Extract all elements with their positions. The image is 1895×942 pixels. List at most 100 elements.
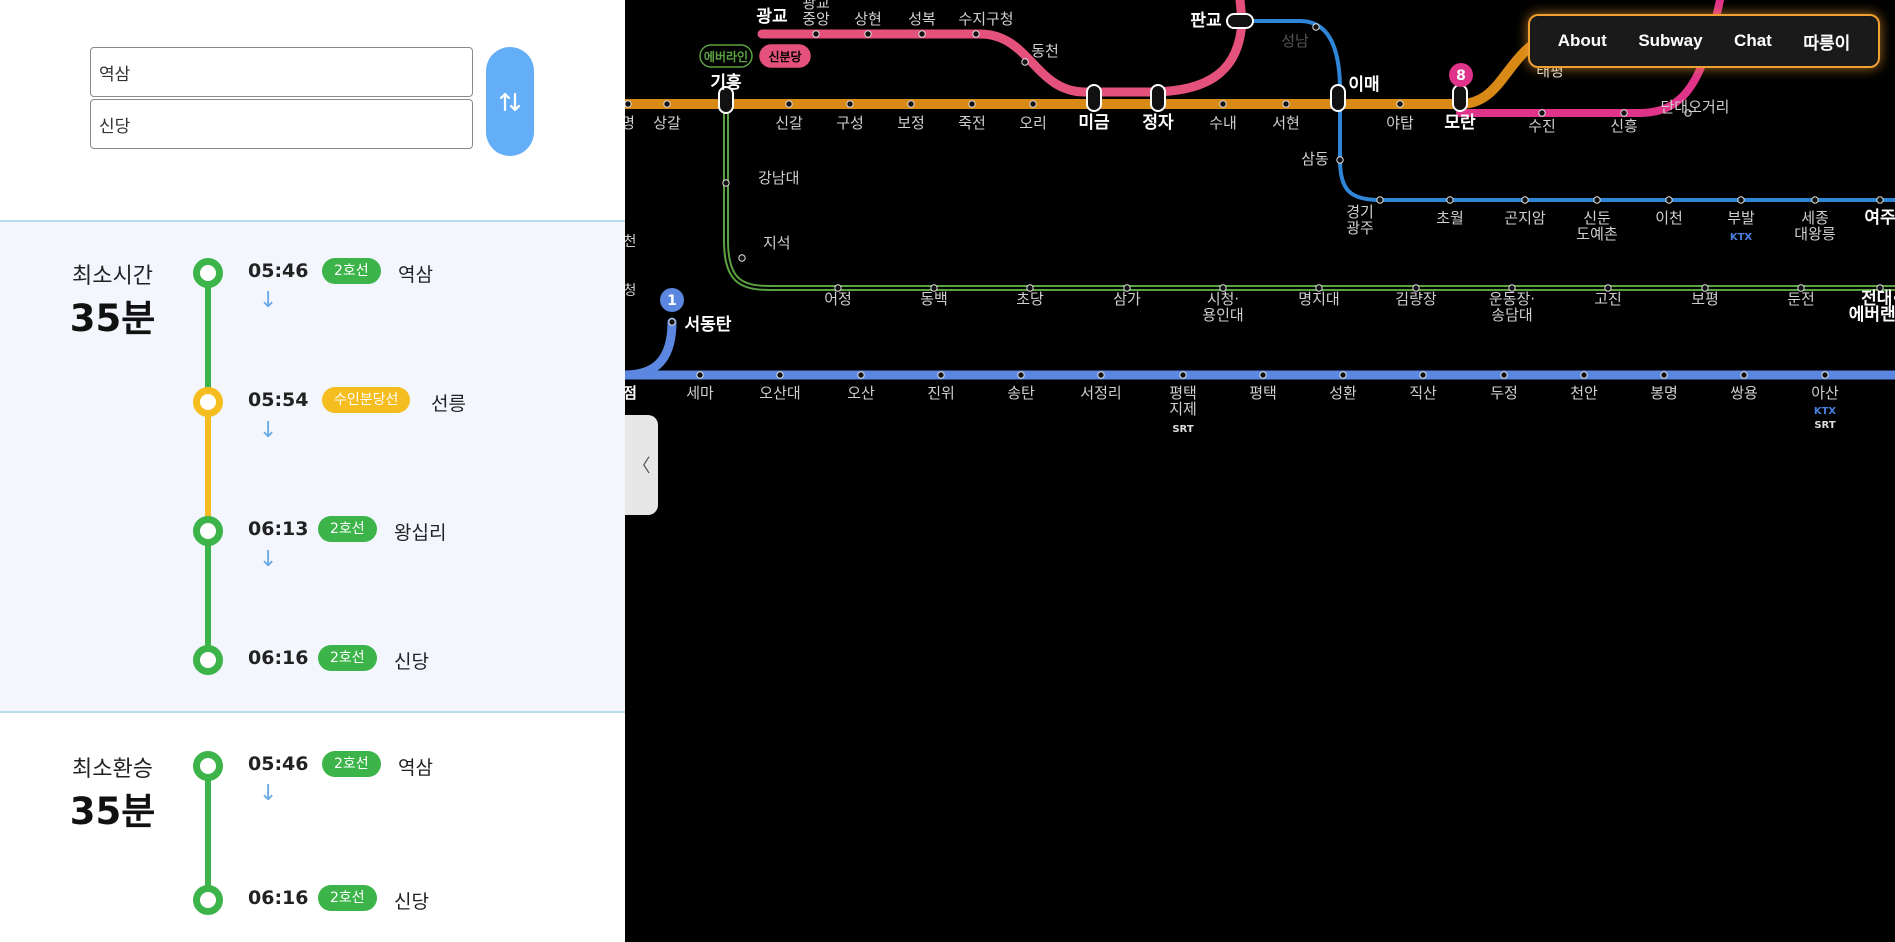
station-dot[interactable]: [1446, 196, 1454, 204]
station-dot[interactable]: [1097, 371, 1105, 379]
station-label[interactable]: 구성: [836, 114, 864, 132]
station-dot[interactable]: [1029, 100, 1037, 108]
station-dot[interactable]: [937, 371, 945, 379]
station-label[interactable]: 쌍용: [1730, 384, 1758, 402]
station-dot[interactable]: [738, 254, 746, 262]
everline-badge-label[interactable]: 에버라인: [704, 49, 748, 64]
station-label[interactable]: 지제: [1169, 400, 1197, 418]
station-label[interactable]: 삼동: [1301, 150, 1329, 168]
station-dot[interactable]: [812, 30, 820, 38]
edge-label[interactable]: 천: [625, 234, 636, 250]
station-label[interactable]: 야탑: [1386, 114, 1414, 132]
station-dot[interactable]: [864, 30, 872, 38]
station-label[interactable]: 광주: [1346, 219, 1374, 237]
route-card-fastest[interactable]: 최소시간 35분 05:46 2호선 역삼 ↓ 05:54 수인분당선 선릉 ↓…: [0, 222, 625, 713]
origin-input[interactable]: [90, 47, 473, 97]
station-label[interactable]: 직산: [1409, 384, 1437, 402]
station-label[interactable]: 이매: [1348, 75, 1379, 95]
station-dot[interactable]: [1740, 371, 1748, 379]
station-label[interactable]: 세마: [686, 384, 714, 402]
station-label[interactable]: 동백: [920, 290, 948, 308]
station-label[interactable]: 평택: [1249, 384, 1277, 402]
station-label[interactable]: 에버랜드: [1849, 305, 1895, 325]
station-dot[interactable]: [1336, 156, 1344, 164]
subway-map[interactable]: 명 상갈기흥신갈 구성 보정 죽전 오리 미금 정자 수내 서현이매야탑 모란태평광교광교중앙 상현 성…: [625, 0, 1895, 942]
station-dot[interactable]: [1179, 371, 1187, 379]
station-label[interactable]: 서정리: [1080, 384, 1121, 402]
srt-tag[interactable]: SRT: [1814, 420, 1835, 431]
station-label[interactable]: 점: [625, 384, 637, 402]
station-label[interactable]: 단대오거리: [1660, 98, 1729, 116]
station-label[interactable]: 진위: [927, 384, 955, 402]
station-label[interactable]: 천안: [1570, 384, 1598, 402]
transfer-station-marker[interactable]: [1150, 84, 1166, 112]
destination-input[interactable]: [90, 99, 473, 149]
sinbundang-badge-label[interactable]: 신분당: [768, 49, 801, 64]
station-dot[interactable]: [1259, 371, 1267, 379]
station-label[interactable]: 삼가: [1113, 290, 1141, 308]
station-dot[interactable]: [907, 100, 915, 108]
station-dot[interactable]: [1396, 100, 1404, 108]
transfer-station-marker[interactable]: [1086, 84, 1102, 112]
station-label[interactable]: 보정: [897, 114, 925, 132]
station-label[interactable]: 성남: [1281, 32, 1309, 50]
station-label[interactable]: 두정: [1490, 384, 1518, 402]
ktx-tag[interactable]: KTX: [1730, 232, 1753, 243]
station-label[interactable]: 서현: [1272, 114, 1300, 132]
station-dot[interactable]: [918, 30, 926, 38]
station-dot[interactable]: [1665, 196, 1673, 204]
station-dot[interactable]: [785, 100, 793, 108]
srt-tag[interactable]: SRT: [1172, 424, 1193, 435]
station-label[interactable]: 신흥: [1610, 117, 1638, 135]
line1-badge-label[interactable]: 1: [667, 293, 677, 309]
transfer-station-marker[interactable]: [1226, 13, 1254, 29]
station-label[interactable]: 동천: [1031, 42, 1059, 60]
station-dot[interactable]: [1580, 371, 1588, 379]
station-dot[interactable]: [663, 100, 671, 108]
station-dot[interactable]: [968, 100, 976, 108]
station-label[interactable]: 미금: [1078, 113, 1110, 133]
station-label[interactable]: 고진: [1594, 290, 1622, 308]
station-label[interactable]: 명: [625, 114, 635, 132]
nav-subway[interactable]: Subway: [1638, 31, 1702, 51]
station-dot[interactable]: [1620, 109, 1628, 117]
station-label[interactable]: 기흥: [710, 72, 742, 93]
station-label[interactable]: 부발: [1727, 209, 1755, 227]
station-label[interactable]: 중앙: [802, 10, 830, 28]
station-dot[interactable]: [1282, 100, 1290, 108]
station-dot[interactable]: [846, 100, 854, 108]
station-dot[interactable]: [722, 179, 730, 187]
transfer-station-marker[interactable]: [1330, 84, 1346, 112]
station-label[interactable]: 오산: [847, 384, 875, 402]
station-label[interactable]: 김량장: [1395, 290, 1437, 308]
station-dot[interactable]: [1821, 371, 1829, 379]
station-label[interactable]: 정자: [1142, 113, 1174, 133]
station-label[interactable]: 성환: [1329, 384, 1357, 402]
station-label[interactable]: 판교: [1190, 11, 1222, 31]
station-dot[interactable]: [1376, 196, 1384, 204]
station-dot[interactable]: [1312, 23, 1320, 31]
station-label[interactable]: 강남대: [758, 169, 799, 187]
station-dot[interactable]: [972, 30, 980, 38]
ktx-tag[interactable]: KTX: [1814, 406, 1837, 417]
station-dot[interactable]: [625, 100, 632, 108]
station-label[interactable]: 보평: [1691, 290, 1719, 308]
station-dot[interactable]: [1811, 196, 1819, 204]
station-dot[interactable]: [668, 318, 676, 326]
nav-chat[interactable]: Chat: [1734, 31, 1772, 51]
station-label[interactable]: 광교: [756, 7, 788, 27]
station-label[interactable]: 초월: [1436, 209, 1464, 227]
station-dot[interactable]: [1419, 371, 1427, 379]
station-label[interactable]: 둔전: [1787, 290, 1815, 308]
station-label[interactable]: 도예촌: [1576, 225, 1617, 243]
station-label[interactable]: 수지구청: [958, 10, 1013, 28]
line8-badge-label[interactable]: 8: [1456, 68, 1466, 84]
station-dot[interactable]: [1737, 196, 1745, 204]
station-dot[interactable]: [1021, 58, 1029, 66]
station-dot[interactable]: [1593, 196, 1601, 204]
station-label[interactable]: 상갈: [653, 114, 681, 132]
station-label[interactable]: 성복: [908, 10, 936, 28]
station-label[interactable]: 송담대: [1491, 306, 1532, 324]
station-dot[interactable]: [1017, 371, 1025, 379]
station-dot[interactable]: [1876, 196, 1884, 204]
